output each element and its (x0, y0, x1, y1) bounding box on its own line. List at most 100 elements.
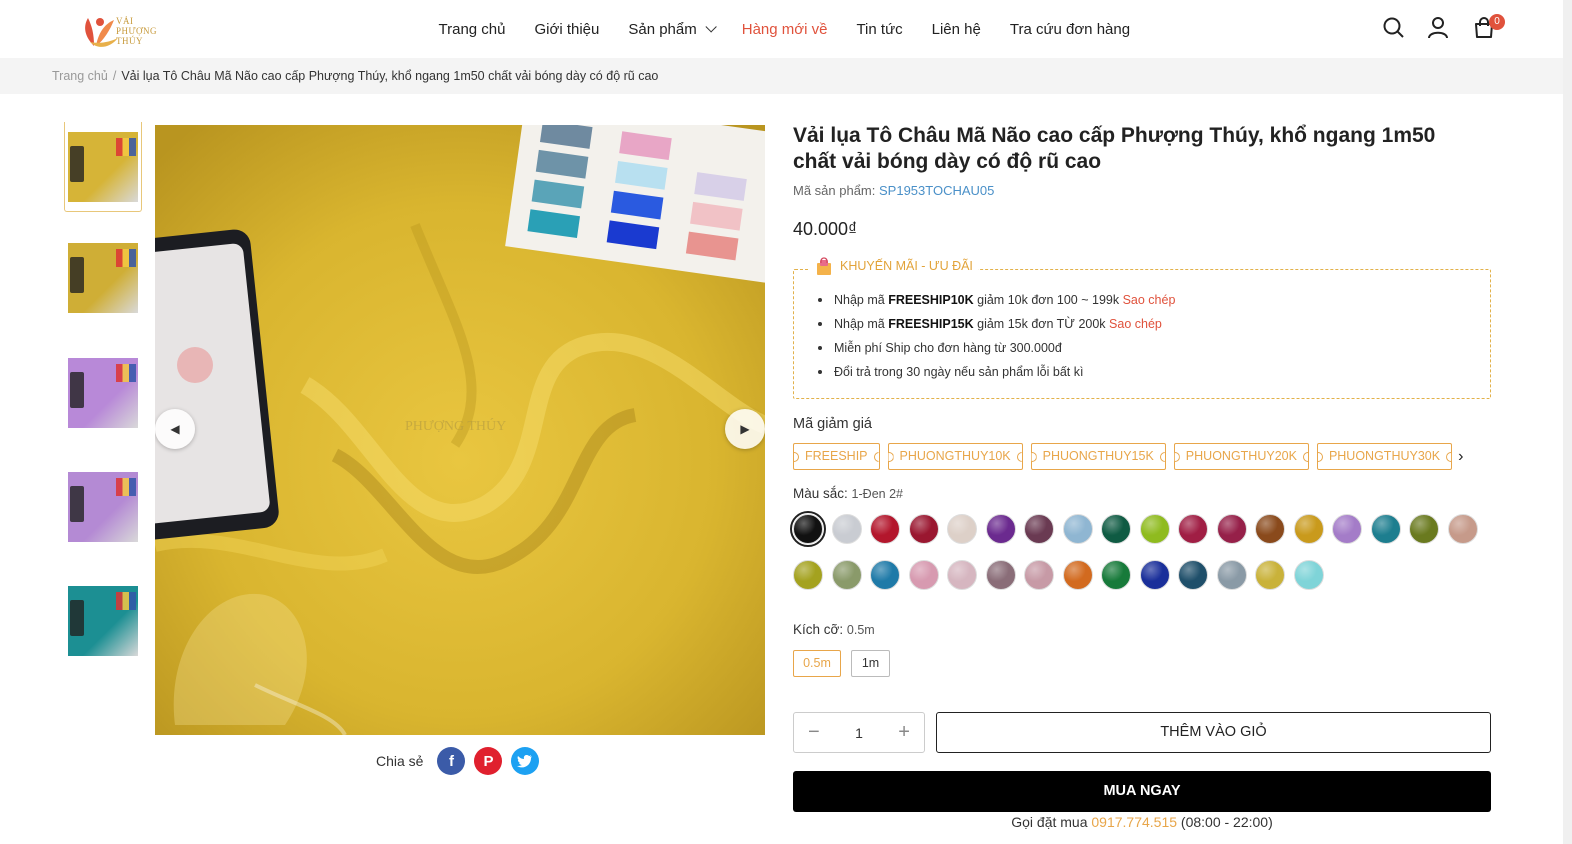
thumbnail-3[interactable] (64, 348, 142, 438)
color-swatch[interactable] (1024, 514, 1054, 544)
search-icon[interactable] (1382, 16, 1406, 40)
account-icon[interactable] (1427, 16, 1449, 40)
thumbnail-4[interactable] (64, 462, 142, 552)
color-swatch[interactable] (790, 511, 826, 547)
coupon-freeship[interactable]: FREESHIP (793, 443, 880, 470)
color-swatch[interactable] (908, 514, 939, 544)
nav-about[interactable]: Giới thiệu (520, 21, 614, 38)
logo-text-2: PHƯỢNG (116, 26, 157, 36)
nav-products[interactable]: Sản phẩm (614, 21, 727, 38)
color-label-text: Màu sắc: (793, 486, 848, 501)
color-swatch[interactable] (985, 514, 1016, 544)
nav-news[interactable]: Tin tức (842, 21, 917, 38)
color-swatch[interactable] (870, 560, 900, 590)
size-label-text: Kích cỡ: (793, 622, 844, 637)
color-swatch[interactable] (1255, 514, 1285, 544)
copy-code-button[interactable]: Sao chép (1123, 293, 1176, 307)
coupon-15k[interactable]: PHUONGTHUY15K (1030, 443, 1166, 470)
qty-minus-button[interactable]: − (808, 721, 820, 744)
copy-code-button[interactable]: Sao chép (1109, 317, 1162, 331)
call-to-order: Gọi đặt mua 0917.774.515 (08:00 - 22:00) (793, 814, 1491, 830)
bird-icon (517, 755, 533, 768)
main-product-image[interactable]: PHƯỢNG THÚY ◀ ▶ (155, 125, 765, 735)
coupon-30k[interactable]: PHUONGTHUY30K (1316, 443, 1453, 470)
chevron-left-icon: ◀ (170, 422, 180, 436)
color-swatch[interactable] (831, 560, 862, 590)
size-label: Kích cỡ: 0.5m (793, 622, 875, 637)
share-label: Chia sẻ (376, 753, 424, 769)
add-to-cart-button[interactable]: THÊM VÀO GIỎ (936, 712, 1491, 753)
nav-order-lookup[interactable]: Tra cứu đơn hàng (995, 21, 1144, 38)
color-swatch[interactable] (831, 514, 862, 544)
color-swatch[interactable] (1447, 514, 1478, 544)
thumbnail-2[interactable] (64, 233, 142, 323)
promo-text: Nhập mã (834, 293, 889, 307)
color-swatch[interactable] (1255, 560, 1285, 590)
breadcrumb: Trang chủ / Vải lụa Tô Châu Mã Não cao cấp… (0, 58, 1572, 94)
color-swatch[interactable] (793, 560, 823, 590)
promo-box: Nhập mã FREESHIP10K giảm 10k đơn 100 ~ 1… (793, 269, 1491, 399)
twitter-share-icon[interactable] (511, 747, 540, 775)
nav-home[interactable]: Trang chủ (424, 21, 520, 38)
color-swatch[interactable] (1178, 560, 1208, 590)
color-swatch[interactable] (947, 560, 977, 590)
scrollbar[interactable] (1563, 0, 1572, 844)
color-swatch[interactable] (1139, 514, 1170, 544)
phone-link[interactable]: 0917.774.515 (1091, 814, 1177, 830)
promo-text: giảm 15k đơn TỪ 200k (973, 317, 1110, 331)
color-swatch[interactable] (1216, 514, 1247, 544)
thumbnail-image (68, 358, 138, 428)
size-option-1m[interactable]: 1m (851, 650, 890, 677)
product-sku: Mã sản phẩm: SP1953TOCHAU05 (793, 183, 994, 198)
thumbnail-image (68, 472, 138, 542)
nav-contact[interactable]: Liên hệ (917, 21, 995, 38)
color-swatch[interactable] (1024, 560, 1054, 590)
color-swatch[interactable] (1101, 514, 1131, 544)
coupon-list: FREESHIP PHUONGTHUY10K PHUONGTHUY15K PHU… (793, 443, 1463, 470)
color-swatch[interactable] (1178, 514, 1208, 544)
color-swatch[interactable] (908, 560, 939, 590)
color-swatch[interactable] (1062, 514, 1093, 544)
coupon-10k[interactable]: PHUONGTHUY10K (887, 443, 1023, 470)
logo-text-1: VẢI (116, 16, 134, 26)
promo-item: Nhập mã FREESHIP10K giảm 10k đơn 100 ~ 1… (816, 290, 1175, 314)
breadcrumb-home[interactable]: Trang chủ (52, 69, 108, 83)
color-swatch[interactable] (1332, 514, 1362, 544)
breadcrumb-separator: / (112, 69, 117, 83)
promo-list: Nhập mã FREESHIP10K giảm 10k đơn 100 ~ 1… (816, 290, 1175, 386)
thumbnail-1[interactable] (64, 122, 142, 212)
color-swatch[interactable] (1101, 560, 1131, 590)
prev-image-button[interactable]: ◀ (155, 409, 195, 449)
promo-item: Đổi trả trong 30 ngày nếu sản phẩm lỗi b… (816, 362, 1175, 386)
brand-logo[interactable]: VẢI PHƯỢNG THÚY (80, 8, 160, 50)
pinterest-share-icon[interactable]: P (474, 747, 503, 775)
buy-now-button[interactable]: MUA NGAY (793, 771, 1491, 812)
thumbnail-image (68, 243, 138, 313)
thumbnail-5[interactable] (64, 576, 142, 666)
color-swatch[interactable] (870, 514, 900, 544)
chevron-right-icon[interactable]: › (1458, 448, 1463, 466)
color-swatch[interactable] (1139, 560, 1170, 590)
promo-code: FREESHIP10K (888, 293, 974, 307)
chevron-right-icon: ▶ (740, 422, 750, 436)
color-swatch[interactable] (1216, 560, 1247, 590)
promo-code: FREESHIP15K (888, 317, 974, 331)
color-swatch[interactable] (985, 560, 1016, 590)
logo-flower-icon (85, 18, 118, 47)
qty-value[interactable]: 1 (855, 725, 863, 741)
color-swatch[interactable] (947, 514, 977, 544)
color-swatch[interactable] (1062, 560, 1093, 590)
color-swatch[interactable] (1293, 514, 1324, 544)
coupon-20k[interactable]: PHUONGTHUY20K (1173, 443, 1309, 470)
qty-plus-button[interactable]: + (898, 721, 910, 744)
quantity-stepper: − 1 + (793, 712, 925, 753)
thumbnail-image (68, 586, 138, 656)
color-swatch[interactable] (1370, 514, 1401, 544)
facebook-share-icon[interactable]: f (437, 747, 466, 775)
color-swatch[interactable] (1409, 514, 1439, 544)
nav-new-arrivals[interactable]: Hàng mới về (727, 21, 842, 38)
size-option-0-5m[interactable]: 0.5m (793, 650, 841, 677)
color-swatch[interactable] (1293, 560, 1324, 590)
next-image-button[interactable]: ▶ (725, 409, 765, 449)
thumbnail-image (68, 131, 138, 202)
